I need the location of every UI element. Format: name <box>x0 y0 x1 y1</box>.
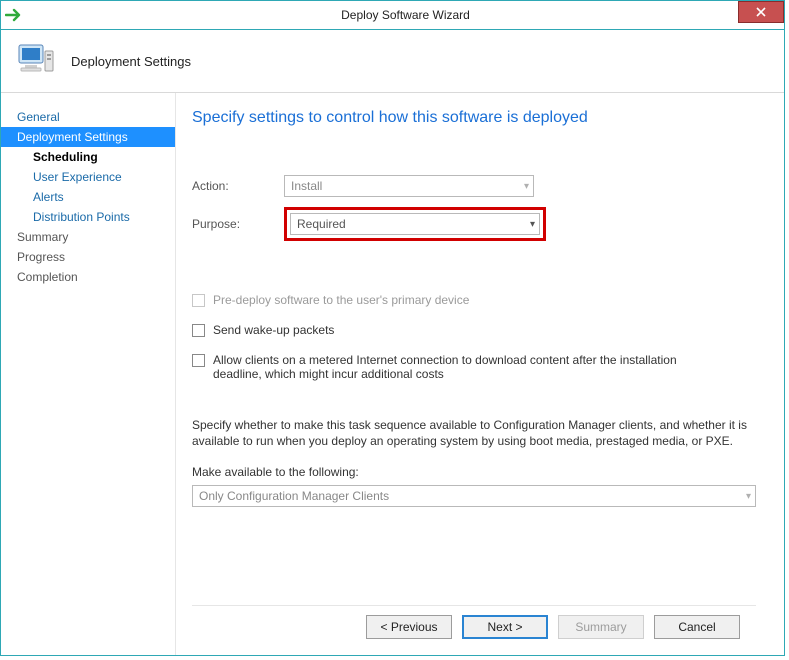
predeploy-label: Pre-deploy software to the user's primar… <box>213 293 469 307</box>
sidebar-item-progress[interactable]: Progress <box>1 247 175 267</box>
close-button[interactable] <box>738 1 784 23</box>
sidebar-item-distribution-points[interactable]: Distribution Points <box>1 207 175 227</box>
purpose-value: Required <box>297 217 346 231</box>
page-title: Deployment Settings <box>71 54 191 69</box>
purpose-label: Purpose: <box>192 217 284 231</box>
action-value: Install <box>291 179 322 193</box>
close-icon <box>756 7 766 17</box>
chevron-down-icon: ▾ <box>530 219 535 230</box>
content-heading: Specify settings to control how this sof… <box>192 109 756 127</box>
forward-arrow-icon <box>1 1 27 29</box>
predeploy-checkrow: Pre-deploy software to the user's primar… <box>192 293 712 307</box>
cancel-button[interactable]: Cancel <box>654 615 740 639</box>
wizard-body: General Deployment Settings Scheduling U… <box>1 93 784 655</box>
header-band: Deployment Settings <box>1 30 784 93</box>
predeploy-checkbox <box>192 294 205 307</box>
purpose-highlight: Required ▾ <box>284 207 546 241</box>
metered-checkrow[interactable]: Allow clients on a metered Internet conn… <box>192 353 712 381</box>
content-area: Specify settings to control how this sof… <box>176 93 784 655</box>
action-label: Action: <box>192 179 284 193</box>
chevron-down-icon: ▾ <box>524 181 529 192</box>
sidebar-item-scheduling[interactable]: Scheduling <box>1 147 175 167</box>
sidebar-item-deployment-settings[interactable]: Deployment Settings <box>1 127 175 147</box>
title-bar: Deploy Software Wizard <box>1 1 784 30</box>
make-available-value: Only Configuration Manager Clients <box>199 489 389 503</box>
metered-checkbox[interactable] <box>192 354 205 367</box>
purpose-row: Purpose: Required ▾ <box>192 207 756 241</box>
summary-button: Summary <box>558 615 644 639</box>
make-available-label: Make available to the following: <box>192 465 756 479</box>
computer-icon <box>15 39 57 84</box>
sidebar-item-general[interactable]: General <box>1 107 175 127</box>
wakeup-checkrow[interactable]: Send wake-up packets <box>192 323 712 337</box>
window-title: Deploy Software Wizard <box>27 8 784 22</box>
next-button[interactable]: Next > <box>462 615 548 639</box>
make-available-select[interactable]: Only Configuration Manager Clients ▾ <box>192 485 756 507</box>
wizard-footer: < Previous Next > Summary Cancel <box>192 605 756 647</box>
wakeup-checkbox[interactable] <box>192 324 205 337</box>
metered-label: Allow clients on a metered Internet conn… <box>213 353 712 381</box>
sidebar-item-completion[interactable]: Completion <box>1 267 175 287</box>
wizard-window: Deploy Software Wizard Deployment Settin… <box>0 0 785 656</box>
sidebar-item-summary[interactable]: Summary <box>1 227 175 247</box>
previous-button[interactable]: < Previous <box>366 615 452 639</box>
wakeup-label: Send wake-up packets <box>213 323 334 337</box>
action-select: Install ▾ <box>284 175 534 197</box>
availability-note: Specify whether to make this task sequen… <box>192 417 756 449</box>
action-row: Action: Install ▾ <box>192 175 756 197</box>
sidebar-item-user-experience[interactable]: User Experience <box>1 167 175 187</box>
wizard-sidebar: General Deployment Settings Scheduling U… <box>1 93 176 655</box>
purpose-select[interactable]: Required ▾ <box>290 213 540 235</box>
sidebar-item-alerts[interactable]: Alerts <box>1 187 175 207</box>
chevron-down-icon: ▾ <box>746 491 751 502</box>
